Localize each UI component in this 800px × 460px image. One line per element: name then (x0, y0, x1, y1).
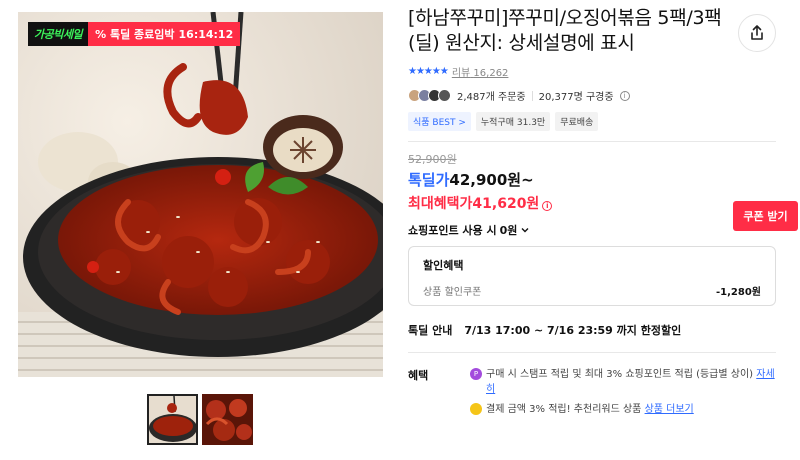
discount-item-value: -1,280원 (716, 287, 761, 298)
review-count: 16,262 (473, 68, 509, 79)
info-icon[interactable]: i (619, 90, 630, 101)
share-icon (751, 25, 763, 40)
product-info: [하남쭈꾸미]쭈꾸미/오징어볶음 5팩/3팩(딜) 원산지: 상세설명에 표시 … (408, 6, 776, 422)
food-photo (18, 12, 383, 377)
divider (531, 90, 533, 101)
order-count: 2,487개 주문중 (457, 92, 526, 103)
benefit-text: 결제 금액 3% 적립! 추천리워드 상품 (486, 404, 642, 415)
discount-item-label: 상품 할인쿠폰 (423, 287, 482, 298)
deal-timer: 16:14:12 (178, 27, 234, 41)
max-benefit-row: 최대혜택가 41,620원 i (408, 193, 776, 213)
coupon-button[interactable]: 쿠폰 받기 (733, 201, 798, 231)
avatar (438, 89, 451, 102)
social-proof: 2,487개 주문중 20,377명 구경중 i (408, 88, 776, 103)
deal-notice-period: 7/13 17:00 ~ 7/16 23:59 까지 한정할인 (464, 324, 682, 337)
deal-notice: 톡딜 안내 7/13 17:00 ~ 7/16 23:59 까지 한정할인 (408, 322, 776, 338)
discount-heading: 할인혜택 (423, 259, 464, 272)
points-value: 0원 (499, 224, 518, 237)
benefit-text: 구매 시 스탬프 적립 및 최대 3% 쇼핑포인트 적립 (등급별 상이) (486, 369, 754, 380)
info-icon[interactable]: i (542, 201, 553, 211)
deal-countdown: % 톡딜 종료임박 16:14:12 (88, 22, 241, 46)
viewer-count: 20,377명 구경중 (538, 92, 614, 103)
points-label: 쇼핑포인트 사용 시 (408, 224, 497, 237)
thumbnail-1[interactable] (147, 394, 198, 445)
discount-box: 할인혜택 상품 할인쿠폰 -1,280원 (408, 246, 776, 306)
points-toggle[interactable]: 쇼핑포인트 사용 시 0원 (408, 222, 776, 238)
rating-row: ★★★★★ 리뷰 16,262 (408, 64, 776, 79)
max-benefit-label: 최대혜택가 (408, 196, 473, 212)
benefits-section: 혜택 P 구매 시 스탬프 적립 및 최대 3% 쇼핑포인트 적립 (등급별 상… (408, 367, 776, 422)
thumbnail-2[interactable] (202, 394, 253, 445)
point-badge-icon: P (470, 368, 482, 380)
tag-cumulative-sales: 누적구매 31.3만 (475, 112, 551, 131)
benefit-item: 결제 금액 3% 적립! 추천리워드 상품 상품 더보기 (470, 402, 776, 417)
promo-banner: 가공빅세일 % 톡딜 종료임박 16:14:12 (28, 22, 241, 46)
product-tags: 식품 BEST > 누적구매 31.3만 무료배송 (408, 112, 776, 131)
share-button[interactable] (738, 14, 776, 52)
tag-free-shipping: 무료배송 (555, 112, 599, 131)
star-rating: ★★★★★ (408, 66, 449, 77)
product-image[interactable]: 가공빅세일 % 톡딜 종료임박 16:14:12 (18, 12, 383, 377)
divider (408, 352, 776, 353)
buyer-avatars (408, 89, 451, 102)
tag-food-best[interactable]: 식품 BEST > (408, 112, 471, 131)
max-benefit-price: 41,620원 (472, 196, 540, 212)
more-products-link[interactable]: 상품 더보기 (645, 404, 694, 415)
review-label: 리뷰 (451, 68, 471, 79)
review-link[interactable]: 리뷰 16,262 (452, 64, 509, 79)
deal-notice-label: 톡딜 안내 (408, 324, 453, 337)
sale-logo: 가공빅세일 (28, 22, 89, 46)
deal-label: % 톡딜 종료임박 (95, 28, 175, 41)
benefit-item: P 구매 시 스탬프 적립 및 최대 3% 쇼핑포인트 적립 (등급별 상이) … (470, 367, 776, 397)
deal-price: 42,900원~ (449, 171, 534, 189)
product-title: [하남쭈꾸미]쭈꾸미/오징어볶음 5팩/3팩(딜) 원산지: 상세설명에 표시 (408, 7, 722, 54)
discount-row: 상품 할인쿠폰 -1,280원 (423, 283, 761, 298)
thumbnail-strip (147, 394, 253, 445)
deal-price-label: 톡딜가 (408, 171, 450, 189)
coin-icon (470, 403, 482, 415)
benefits-list: P 구매 시 스탬프 적립 및 최대 3% 쇼핑포인트 적립 (등급별 상이) … (470, 367, 776, 422)
divider (408, 141, 776, 142)
deal-price-row: 톡딜가 42,900원~ (408, 169, 776, 190)
chevron-down-icon (521, 228, 529, 233)
original-price: 52,900원 (408, 153, 457, 166)
benefits-label: 혜택 (408, 369, 429, 382)
